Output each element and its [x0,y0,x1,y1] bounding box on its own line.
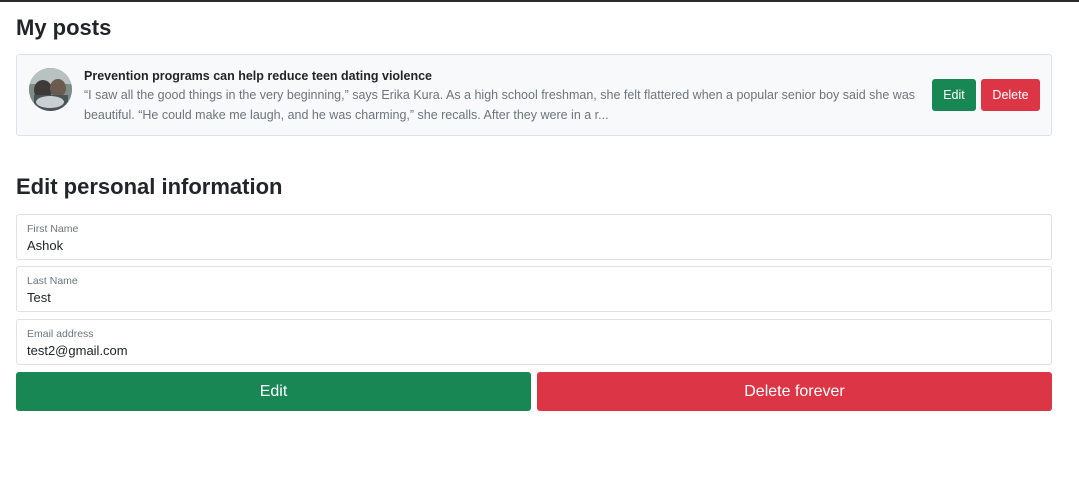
delete-post-button[interactable]: Delete [981,79,1040,111]
email-input[interactable] [27,341,1027,359]
first-name-label: First Name [27,223,79,235]
email-field[interactable]: Email address [16,319,1052,365]
first-name-input[interactable] [27,236,1027,254]
edit-button[interactable]: Edit [16,372,531,411]
post-title[interactable]: Prevention programs can help reduce teen… [84,69,924,84]
email-label: Email address [27,328,94,340]
edit-info-heading: Edit personal information [16,174,283,199]
my-posts-heading: My posts [16,15,112,40]
first-name-field[interactable]: First Name [16,214,1052,260]
post-excerpt: “I saw all the good things in the very b… [84,88,916,122]
last-name-input[interactable] [27,288,1027,306]
edit-post-button[interactable]: Edit [932,79,976,111]
delete-forever-button[interactable]: Delete forever [537,372,1052,411]
post-card: Prevention programs can help reduce teen… [16,54,1052,136]
last-name-field[interactable]: Last Name [16,266,1052,312]
post-thumbnail [29,68,72,111]
post-text: Prevention programs can help reduce teen… [84,69,924,125]
top-border [0,0,1079,2]
last-name-label: Last Name [27,275,78,287]
